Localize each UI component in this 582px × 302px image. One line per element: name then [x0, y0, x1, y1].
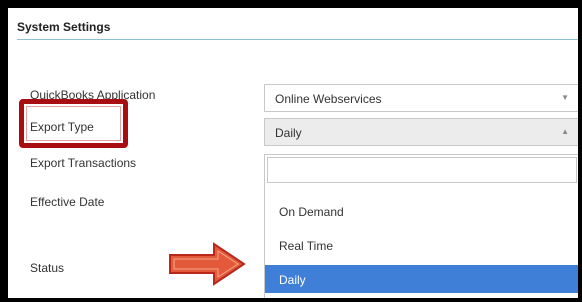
export-type-value: Daily	[275, 126, 302, 140]
dropdown-option-label: Daily	[279, 273, 306, 287]
right-arrow-icon	[169, 242, 246, 286]
dropdown-search-input[interactable]	[267, 157, 577, 183]
status-label: Status	[30, 261, 65, 275]
section-title: System Settings	[17, 20, 111, 34]
dropdown-option-label: Real Time	[279, 239, 334, 253]
dropdown-option-label: On Demand	[279, 205, 344, 219]
export-type-dropdown: On Demand Real Time Daily	[264, 154, 578, 298]
system-settings-panel: System Settings QuickBooks Application O…	[8, 8, 578, 298]
export-transactions-label: Export Transactions	[30, 156, 137, 170]
dropdown-option-on-demand[interactable]: On Demand	[265, 197, 578, 225]
section-divider	[17, 39, 578, 40]
dropdown-option-real-time[interactable]: Real Time	[265, 231, 578, 259]
effective-date-label: Effective Date	[30, 195, 105, 209]
dropdown-option-daily[interactable]: Daily	[265, 265, 578, 293]
export-type-select[interactable]: Daily ▲	[264, 118, 578, 146]
quickbooks-application-value: Online Webservices	[275, 92, 382, 106]
quickbooks-application-select[interactable]: Online Webservices ▼	[264, 84, 578, 112]
chevron-up-icon: ▲	[561, 127, 569, 136]
export-type-highlight-box	[19, 99, 128, 148]
chevron-down-icon: ▼	[561, 93, 569, 102]
